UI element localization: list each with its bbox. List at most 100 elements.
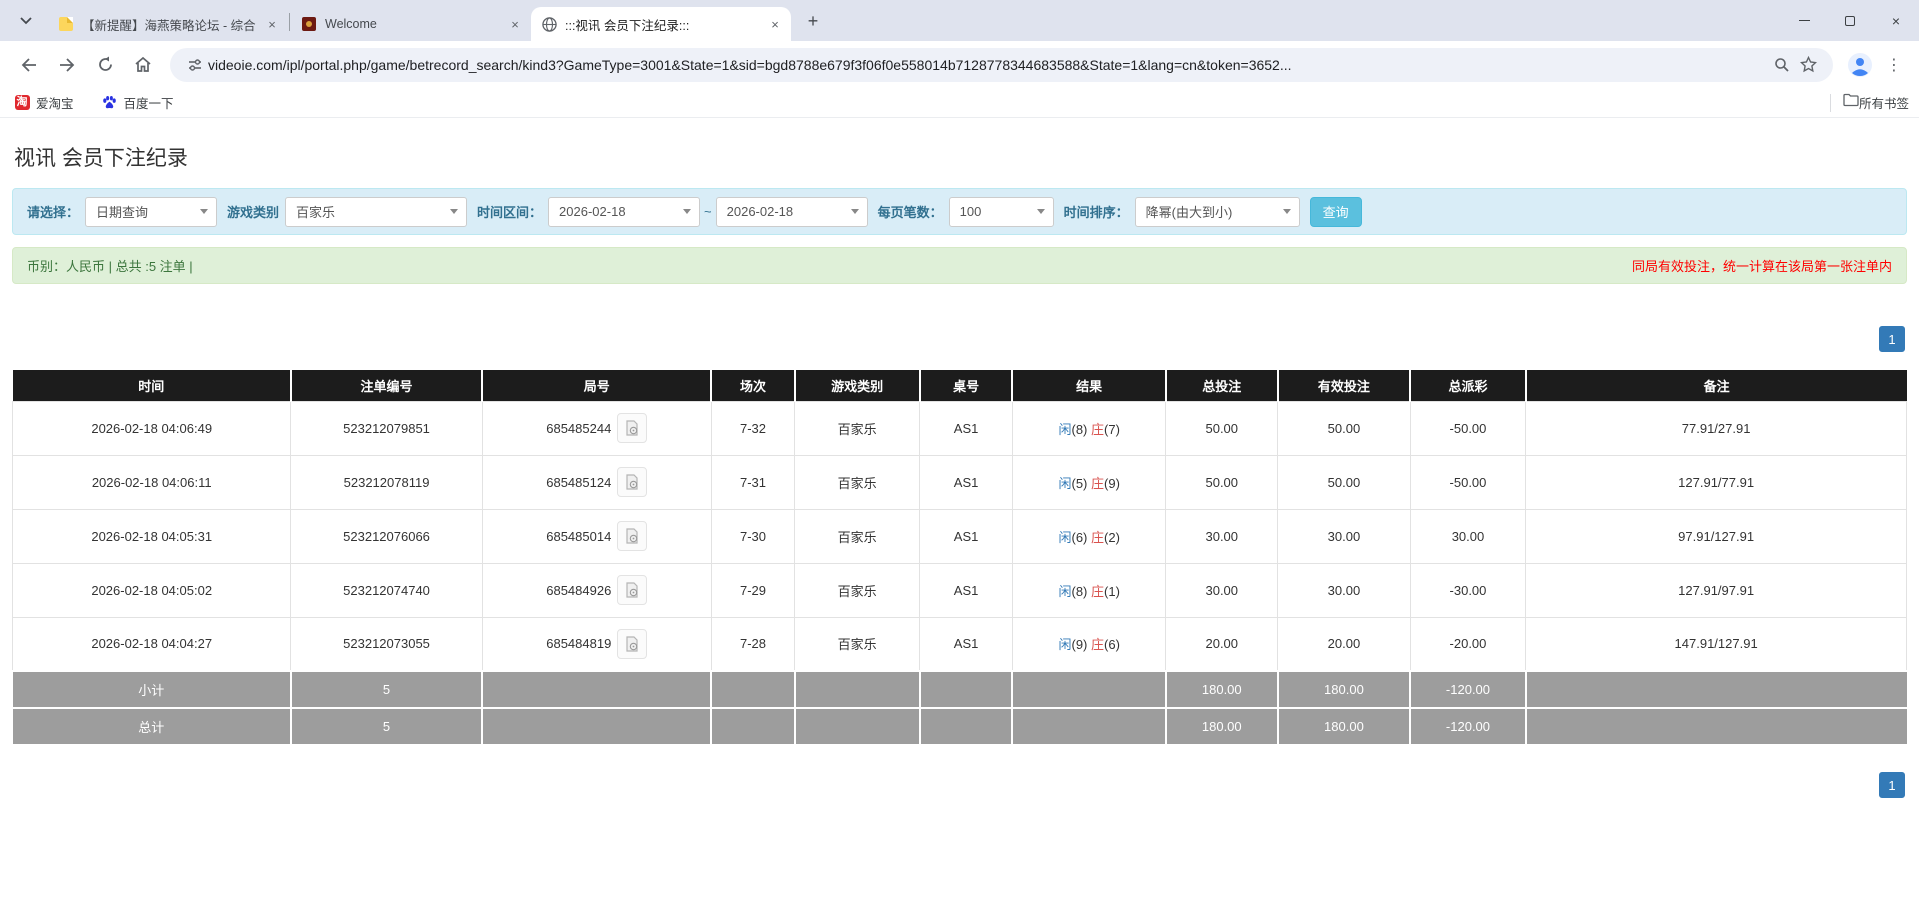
back-button[interactable]: [12, 48, 46, 82]
bookmark-star-icon[interactable]: [1795, 52, 1821, 78]
tab-bet-records-active[interactable]: :::视讯 会员下注纪录::: ×: [531, 7, 791, 41]
query-type-select[interactable]: 日期查询: [85, 197, 217, 227]
tab-close-icon[interactable]: ×: [767, 16, 783, 32]
header-total-bet: 总投注: [1166, 370, 1278, 401]
reload-button[interactable]: [88, 48, 122, 82]
forward-button[interactable]: [50, 48, 84, 82]
cell-total-bet[interactable]: 30.00: [1166, 509, 1278, 563]
summary-bar: 币别：人民币 | 总共 :5 注单 | 同局有效投注，统一计算在该局第一张注单内: [12, 247, 1907, 284]
per-page-select[interactable]: 100: [949, 197, 1054, 227]
baidu-paw-icon: [102, 95, 118, 111]
cell-time: 2026-02-18 04:05:02: [13, 563, 291, 617]
cell-time: 2026-02-18 04:05:31: [13, 509, 291, 563]
tab-close-icon[interactable]: ×: [264, 16, 280, 32]
pagination-bottom: 1: [0, 772, 1919, 798]
cell-payout: -50.00: [1410, 455, 1526, 509]
cell-game: 百家乐: [795, 617, 920, 671]
video-replay-button[interactable]: [617, 413, 647, 443]
date-from-select[interactable]: 2026-02-18: [548, 197, 700, 227]
minimize-button[interactable]: [1781, 0, 1827, 41]
cell-total-bet[interactable]: 20.00: [1166, 617, 1278, 671]
time-sort-select[interactable]: 降幂(由大到小): [1135, 197, 1300, 227]
bookmark-label: 百度一下: [124, 93, 174, 112]
tab-forum[interactable]: 【新提醒】海燕策略论坛 - 综合 ×: [48, 7, 288, 41]
video-replay-button[interactable]: [617, 467, 647, 497]
page-1-button[interactable]: 1: [1879, 326, 1905, 352]
video-replay-button[interactable]: [617, 575, 647, 605]
bookmark-taobao[interactable]: 淘 爱淘宝: [10, 91, 78, 115]
zoom-icon[interactable]: [1769, 52, 1795, 78]
cell-payout: 30.00: [1410, 509, 1526, 563]
caret-down-icon: [450, 209, 458, 214]
cell-valid-bet: 30.00: [1278, 509, 1411, 563]
grand-total-row: 总计 5 180.00 180.00 -120.00: [13, 708, 1907, 745]
header-session: 场次: [711, 370, 794, 401]
bookmark-baidu[interactable]: 百度一下: [98, 91, 178, 115]
table-header-row: 时间 注单编号 局号 场次 游戏类别 桌号 结果 总投注 有效投注 总派彩 备注: [13, 370, 1907, 401]
forward-arrow-icon: [58, 57, 76, 73]
video-replay-button[interactable]: [617, 521, 647, 551]
header-round: 局号: [482, 370, 711, 401]
all-bookmarks[interactable]: 所有书签: [1830, 93, 1909, 112]
table-row: 2026-02-18 04:04:27 523212073055 6854848…: [13, 617, 1907, 671]
back-arrow-icon: [20, 57, 38, 73]
page-1-button[interactable]: 1: [1879, 772, 1905, 798]
profile-button[interactable]: [1845, 50, 1875, 80]
cell-bet-id: 523212073055: [291, 617, 482, 671]
video-replay-button[interactable]: [617, 629, 647, 659]
address-bar[interactable]: videoie.com/ipl/portal.php/game/betrecor…: [170, 48, 1833, 82]
header-table-no: 桌号: [920, 370, 1013, 401]
header-result: 结果: [1012, 370, 1165, 401]
maximize-button[interactable]: [1827, 0, 1873, 41]
taobao-icon: 淘: [14, 95, 30, 111]
cell-session: 7-29: [711, 563, 794, 617]
table-row: 2026-02-18 04:05:02 523212074740 6854849…: [13, 563, 1907, 617]
site-info-icon[interactable]: [182, 52, 208, 78]
date-range-tilde: ~: [704, 204, 712, 219]
cell-payout: -30.00: [1410, 563, 1526, 617]
cell-valid-bet: 20.00: [1278, 617, 1411, 671]
close-button[interactable]: ×: [1873, 0, 1919, 41]
tab-title: :::视讯 会员下注纪录:::: [565, 15, 761, 34]
caret-down-icon: [1037, 209, 1045, 214]
tab-search-button[interactable]: [12, 7, 40, 35]
game-type-select[interactable]: 百家乐: [285, 197, 467, 227]
cell-round: 685485244: [482, 401, 711, 455]
folder-icon: [1843, 93, 1859, 112]
url-text[interactable]: videoie.com/ipl/portal.php/game/betrecor…: [208, 57, 1769, 73]
cell-remark: 97.91/127.91: [1526, 509, 1907, 563]
cell-session: 7-30: [711, 509, 794, 563]
cell-bet-id: 523212074740: [291, 563, 482, 617]
total-total-bet: 180.00: [1166, 708, 1278, 745]
cell-remark: 77.91/27.91: [1526, 401, 1907, 455]
tab-title: 【新提醒】海燕策略论坛 - 综合: [82, 15, 258, 34]
caret-down-icon: [851, 209, 859, 214]
cell-result: 闲(6) 庄(2): [1012, 509, 1165, 563]
query-button[interactable]: 查询: [1310, 197, 1362, 227]
cell-table-no: AS1: [920, 509, 1013, 563]
home-button[interactable]: [126, 48, 160, 82]
cell-total-bet[interactable]: 50.00: [1166, 455, 1278, 509]
new-tab-button[interactable]: +: [799, 7, 827, 35]
cell-result: 闲(8) 庄(1): [1012, 563, 1165, 617]
cell-game: 百家乐: [795, 401, 920, 455]
cell-total-bet[interactable]: 50.00: [1166, 401, 1278, 455]
table-row: 2026-02-18 04:05:31 523212076066 6854850…: [13, 509, 1907, 563]
cell-time: 2026-02-18 04:06:49: [13, 401, 291, 455]
bet-records-table: 时间 注单编号 局号 场次 游戏类别 桌号 结果 总投注 有效投注 总派彩 备注…: [12, 370, 1907, 746]
tab-close-icon[interactable]: ×: [507, 16, 523, 32]
date-to-select[interactable]: 2026-02-18: [716, 197, 868, 227]
table-row: 2026-02-18 04:06:49 523212079851 6854852…: [13, 401, 1907, 455]
date-range-label: 时间区间：: [477, 202, 542, 221]
cell-valid-bet: 30.00: [1278, 563, 1411, 617]
cell-table-no: AS1: [920, 455, 1013, 509]
header-payout: 总派彩: [1410, 370, 1526, 401]
tab-welcome[interactable]: Welcome ×: [291, 7, 531, 41]
browser-tab-strip: 【新提醒】海燕策略论坛 - 综合 × Welcome × :::视讯 会员下注纪…: [0, 0, 1919, 41]
currency-total-text: 币别：人民币 | 总共 :5 注单 |: [27, 256, 193, 275]
total-count: 5: [291, 708, 482, 745]
cell-remark: 127.91/77.91: [1526, 455, 1907, 509]
browser-menu-button[interactable]: ⋮: [1879, 50, 1909, 80]
page-title: 视讯 会员下注纪录: [0, 118, 1919, 188]
cell-total-bet[interactable]: 30.00: [1166, 563, 1278, 617]
